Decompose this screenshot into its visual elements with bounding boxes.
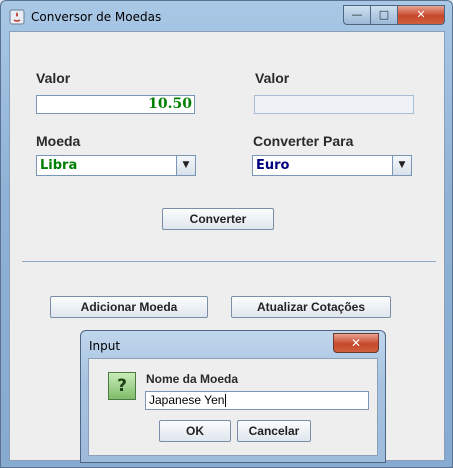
result-label: Valor (255, 70, 290, 86)
converter-para-label: Converter Para (253, 133, 354, 149)
adicionar-moeda-button[interactable]: Adicionar Moeda (50, 296, 208, 318)
window-title: Conversor de Moedas (31, 10, 162, 24)
dialog-content: ? Nome da Moeda Japanese Yen OK Cancelar (88, 358, 378, 456)
valor-label: Valor (36, 70, 71, 86)
divider (22, 261, 436, 262)
maximize-button[interactable]: □ (370, 5, 398, 25)
input-dialog: Input ✕ ? Nome da Moeda Japanese Yen OK … (80, 330, 386, 463)
atualizar-cotacoes-button[interactable]: Atualizar Cotações (231, 296, 391, 318)
chevron-down-icon[interactable]: ▼ (176, 156, 195, 175)
dialog-label: Nome da Moeda (146, 372, 239, 386)
currency-name-value: Japanese Yen (149, 393, 225, 407)
moeda-label: Moeda (36, 133, 81, 149)
dialog-title: Input (89, 339, 121, 353)
cancel-button[interactable]: Cancelar (237, 420, 311, 442)
valor-input[interactable]: 10.50 (36, 95, 195, 114)
question-icon: ? (108, 372, 136, 400)
close-button[interactable]: ✕ (397, 5, 445, 25)
currency-name-input[interactable]: Japanese Yen (145, 391, 369, 410)
result-output (254, 95, 414, 114)
dialog-close-button[interactable]: ✕ (333, 333, 379, 353)
converter-para-select-value: Euro (256, 158, 290, 173)
moeda-select-value: Libra (40, 158, 78, 173)
ok-button[interactable]: OK (159, 420, 231, 442)
java-app-icon (9, 9, 25, 25)
converter-button[interactable]: Converter (162, 208, 274, 230)
minimize-button[interactable]: — (343, 5, 371, 25)
converter-para-select[interactable]: Euro ▼ (252, 155, 412, 176)
text-caret (225, 394, 227, 408)
chevron-down-icon[interactable]: ▼ (392, 156, 411, 175)
moeda-select[interactable]: Libra ▼ (36, 155, 196, 176)
